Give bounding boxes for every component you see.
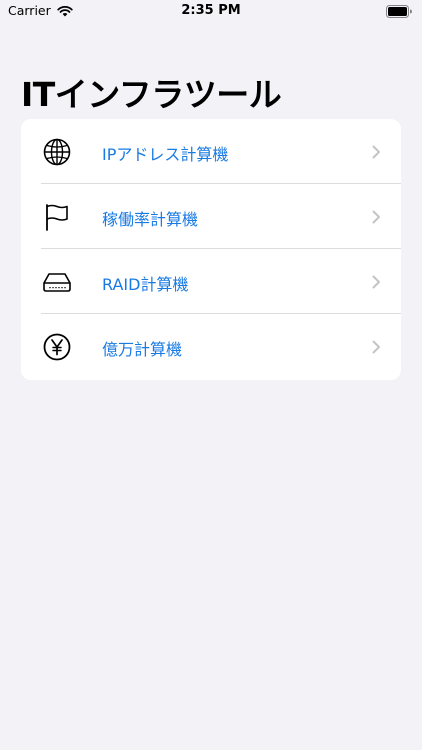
oku-man-calculator-label: 億万計算機 xyxy=(102,340,183,359)
flag-icon xyxy=(46,204,68,231)
ip-address-calculator-row[interactable]: IPアドレス計算機 xyxy=(21,119,401,184)
page-title: ITインフラツール xyxy=(21,75,282,114)
status-time: 2:35 PM xyxy=(181,3,241,18)
battery-icon xyxy=(386,5,412,18)
chevron-right-icon xyxy=(372,145,380,159)
oku-man-calculator-row[interactable]: 億万計算機 xyxy=(21,314,401,379)
status-bar: Carrier 2:35 PM xyxy=(0,0,422,24)
raid-calculator-label: RAID計算機 xyxy=(102,275,189,294)
raid-calculator-row[interactable]: RAID計算機 xyxy=(21,249,401,314)
ip-address-calculator-label: IPアドレス計算機 xyxy=(102,145,229,164)
chevron-right-icon xyxy=(372,275,380,289)
availability-calculator-label: 稼働率計算機 xyxy=(102,210,199,229)
hard-drive-icon xyxy=(43,273,71,292)
availability-calculator-row[interactable]: 稼働率計算機 xyxy=(21,184,401,249)
yen-circle-icon xyxy=(43,333,71,361)
chevron-right-icon xyxy=(372,340,380,354)
globe-icon xyxy=(43,138,71,166)
chevron-right-icon xyxy=(372,210,380,224)
tools-list: IPアドレス計算機 稼働率計算機 RAID計算機 億万計算機 xyxy=(21,119,401,380)
